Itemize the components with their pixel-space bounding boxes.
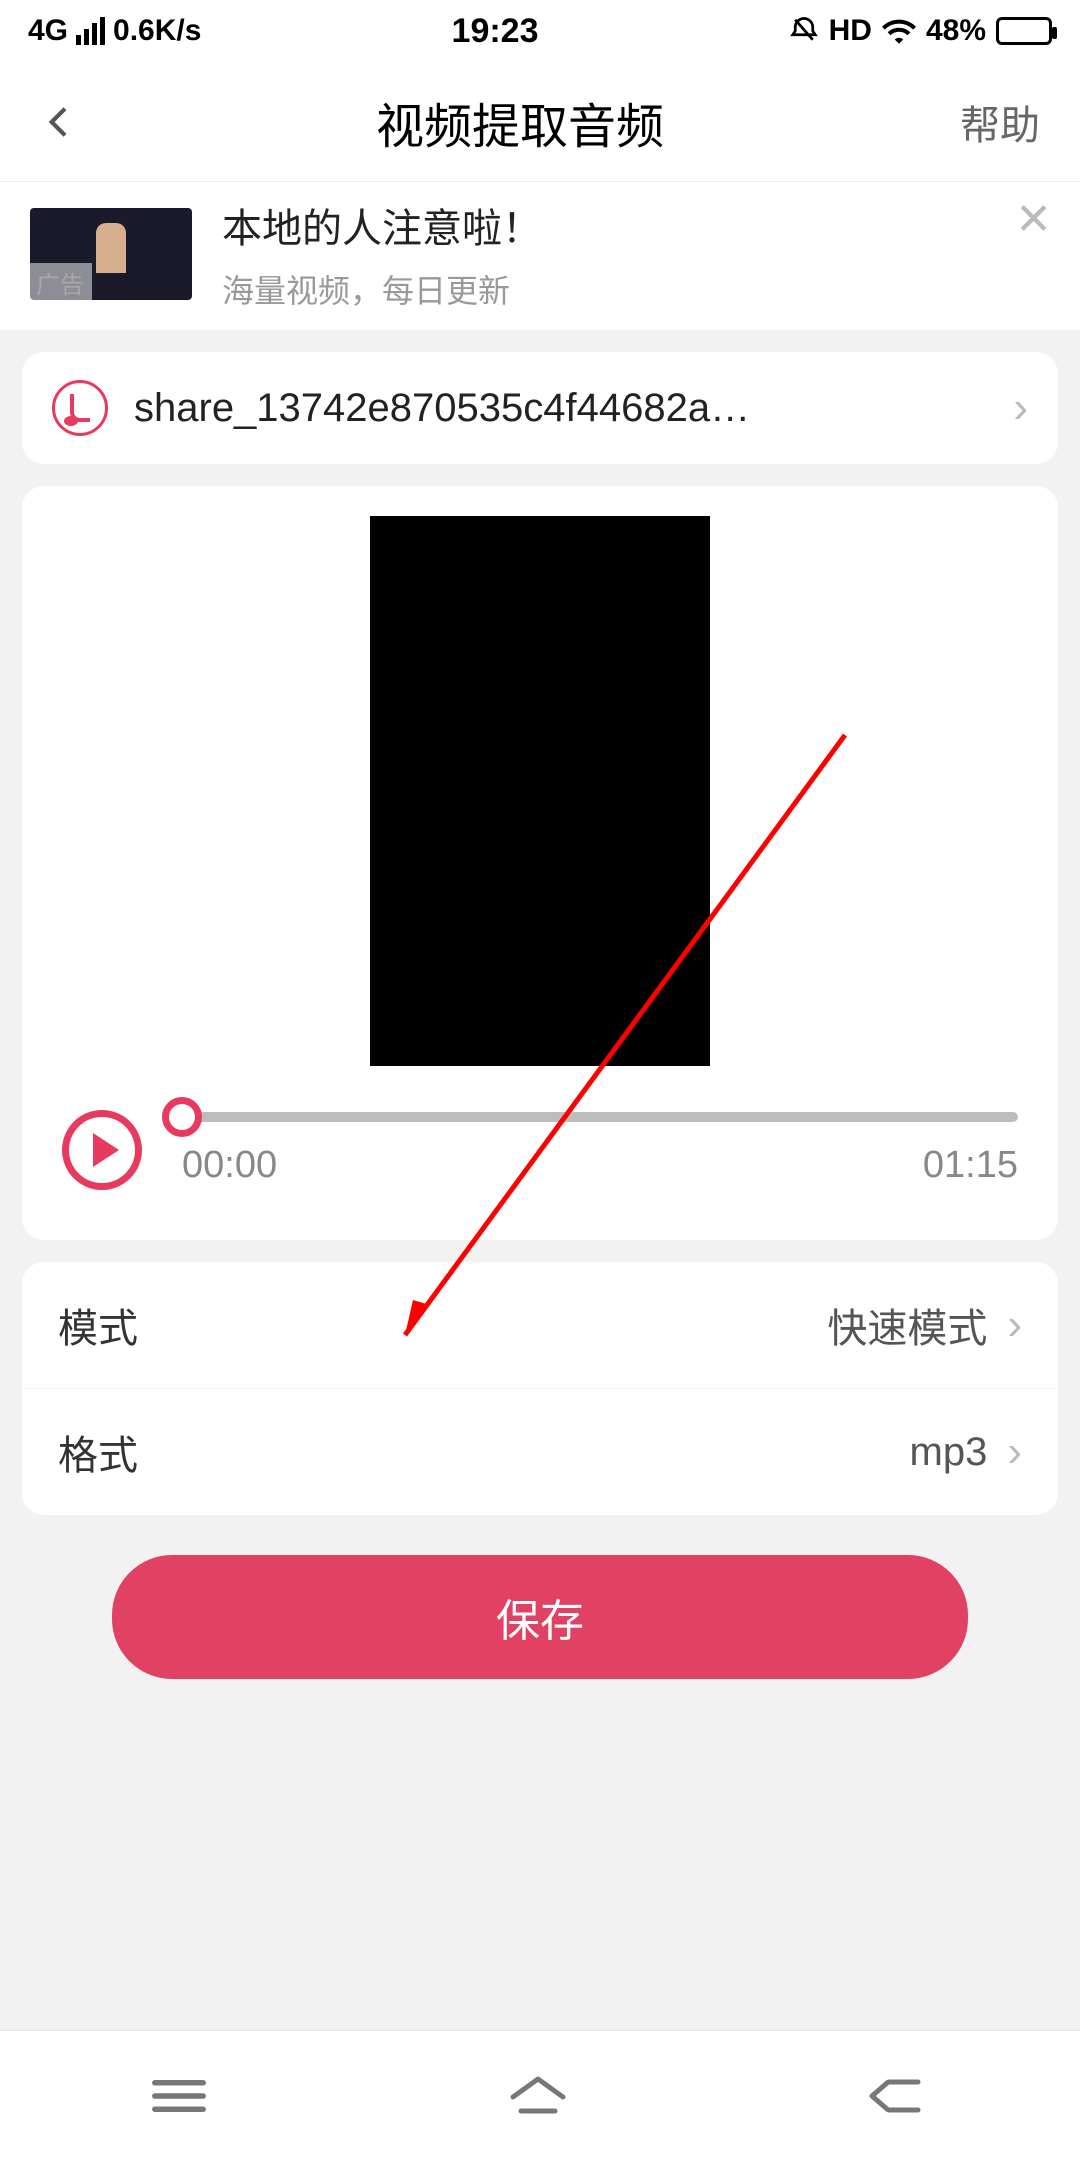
progress-slider[interactable] [182, 1112, 1018, 1122]
ad-subtitle: 海量视频，每日更新 [222, 266, 1050, 312]
menu-icon[interactable] [146, 2073, 212, 2119]
format-value: mp3 [910, 1430, 988, 1475]
home-icon[interactable] [503, 2071, 573, 2121]
ad-title: 本地的人注意啦！ [222, 196, 1050, 254]
wifi-icon [882, 18, 916, 44]
ad-thumbnail: 广告 [30, 208, 192, 300]
format-row[interactable]: 格式 mp3 › [22, 1389, 1058, 1515]
status-left: 4G 0.6K/s [28, 14, 201, 48]
status-time: 19:23 [452, 12, 539, 51]
slider-thumb[interactable] [162, 1097, 202, 1137]
ad-tag: 广告 [28, 263, 92, 302]
status-bar: 4G 0.6K/s 19:23 HD 48% [0, 0, 1080, 62]
hd-label: HD [829, 14, 872, 48]
mode-value: 快速模式 [827, 1296, 987, 1354]
mute-icon [789, 16, 819, 46]
video-preview[interactable] [370, 516, 710, 1066]
player-card: 00:00 01:15 [22, 486, 1058, 1240]
signal-icon [76, 17, 105, 45]
chevron-right-icon: › [1007, 1427, 1022, 1477]
status-right: HD 48% [789, 14, 1052, 48]
time-duration: 01:15 [923, 1144, 1018, 1187]
save-button[interactable]: 保存 [112, 1555, 968, 1679]
page-title: 视频提取音频 [376, 87, 664, 157]
music-icon [52, 380, 108, 436]
chevron-right-icon: › [1007, 1300, 1022, 1350]
play-icon [93, 1133, 119, 1167]
battery-icon [996, 17, 1052, 45]
file-row[interactable]: share_13742e870535c4f44682a… › [22, 352, 1058, 464]
mode-label: 模式 [58, 1296, 138, 1354]
file-name: share_13742e870535c4f44682a… [134, 386, 987, 431]
back-icon[interactable] [40, 102, 80, 142]
time-current: 00:00 [182, 1144, 277, 1187]
system-nav [0, 2030, 1080, 2160]
back-nav-icon[interactable] [864, 2072, 934, 2120]
network-speed: 0.6K/s [113, 14, 201, 48]
network-type: 4G [28, 14, 68, 48]
help-button[interactable]: 帮助 [960, 93, 1040, 151]
ad-banner[interactable]: 广告 本地的人注意啦！ 海量视频，每日更新 ✕ [0, 182, 1080, 330]
settings-card: 模式 快速模式 › 格式 mp3 › [22, 1262, 1058, 1515]
app-header: 视频提取音频 帮助 [0, 62, 1080, 182]
chevron-right-icon: › [1013, 383, 1028, 433]
mode-row[interactable]: 模式 快速模式 › [22, 1262, 1058, 1389]
close-icon[interactable]: ✕ [1015, 194, 1052, 245]
play-button[interactable] [62, 1110, 142, 1190]
battery-percent: 48% [926, 14, 986, 48]
format-label: 格式 [58, 1423, 138, 1481]
